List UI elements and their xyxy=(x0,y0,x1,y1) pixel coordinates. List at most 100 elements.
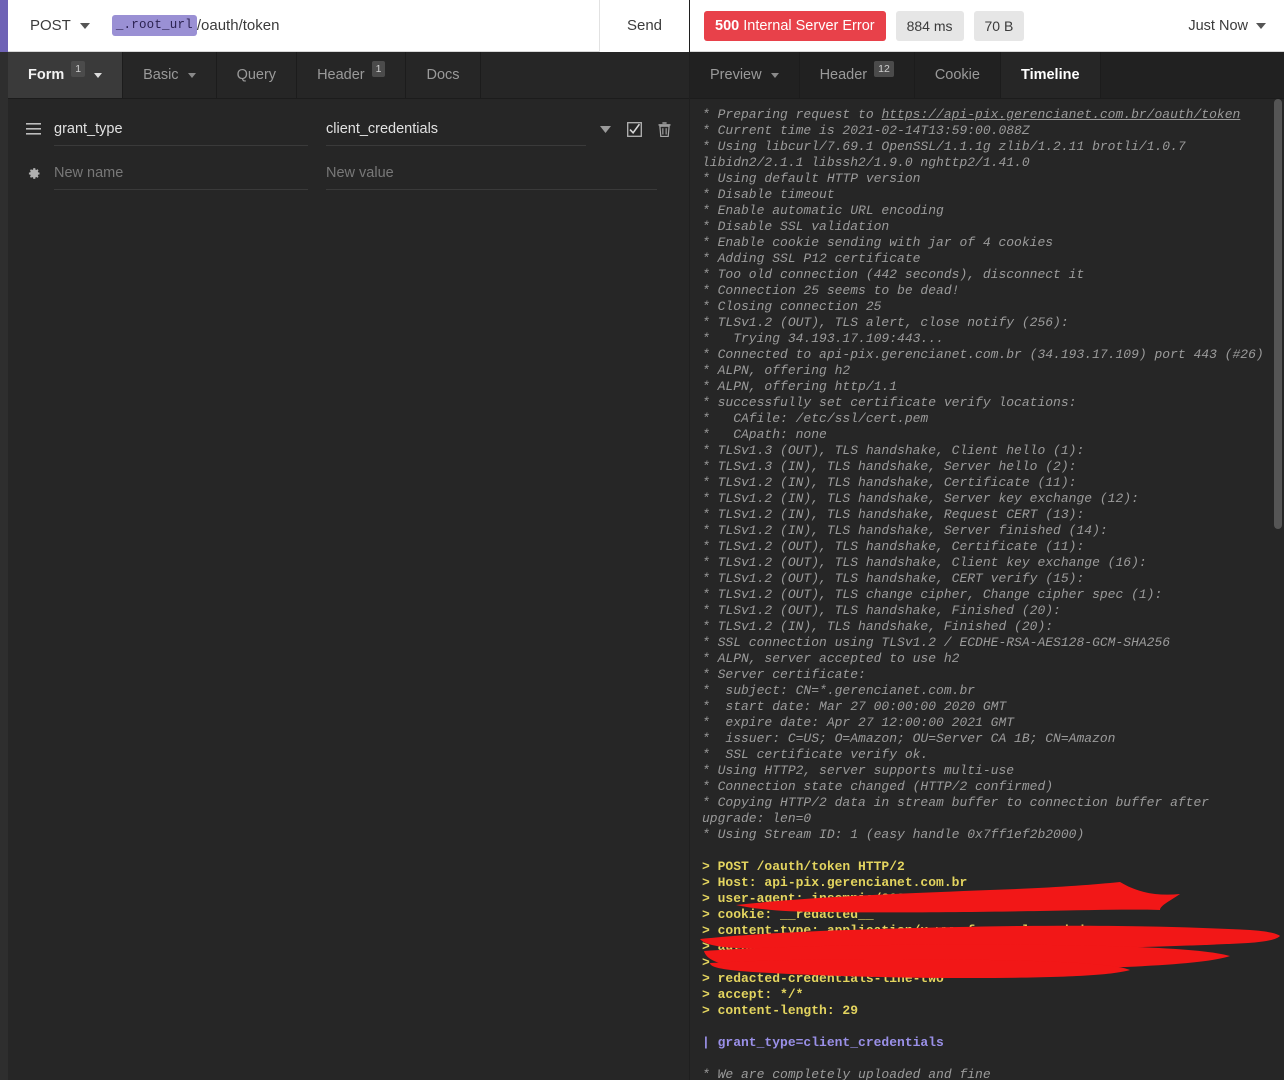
timeline-viewer[interactable]: * Preparing request to https://api-pix.g… xyxy=(690,99,1284,1080)
tab-docs-label: Docs xyxy=(426,67,460,83)
timeline-line: > POST /oauth/token HTTP/2 xyxy=(702,859,905,874)
form-key-input[interactable]: grant_type xyxy=(54,112,308,146)
timeline-line: * TLSv1.2 (IN), TLS handshake, Request C… xyxy=(702,507,1085,522)
timeline-line: * Copying HTTP/2 data in stream buffer t… xyxy=(702,795,1217,826)
tab-preview[interactable]: Preview xyxy=(690,52,800,98)
timeline-line: * Disable timeout xyxy=(702,187,835,202)
timeline-line: * Preparing request to https://api-pix.g… xyxy=(702,107,1241,122)
timeline-line: > accept: */* xyxy=(702,987,804,1002)
timeline-line: * Trying 34.193.17.109:443... xyxy=(702,331,944,346)
timeline-line: * Disable SSL validation xyxy=(702,219,890,234)
timeline-line: * TLSv1.2 (OUT), TLS handshake, Certific… xyxy=(702,539,1085,554)
timeline-line: * successfully set certificate verify lo… xyxy=(702,395,1077,410)
form-editor: grant_type client_credentials New name N… xyxy=(8,99,689,1080)
accent-bar xyxy=(0,0,8,52)
timeline-scrollbar-thumb[interactable] xyxy=(1274,99,1282,529)
method-selector[interactable]: POST xyxy=(30,17,90,34)
tab-query[interactable]: Query xyxy=(217,52,298,98)
timeline-line: * CAfile: /etc/ssl/cert.pem xyxy=(702,411,929,426)
timeline-line: * issuer: C=US; O=Amazon; OU=Server CA 1… xyxy=(702,731,1116,746)
enabled-checkbox[interactable] xyxy=(627,121,642,137)
timeline-blank-line xyxy=(702,1019,1264,1035)
tab-query-label: Query xyxy=(236,67,277,83)
left-rail xyxy=(0,0,8,1080)
timeline-line: * subject: CN=*.gerencianet.com.br xyxy=(702,683,976,698)
url-input[interactable]: _.root_url /oauth/token xyxy=(90,15,599,36)
timeline-log: * Preparing request to https://api-pix.g… xyxy=(702,107,1264,1080)
timeline-line: * Connection 25 seems to be dead! xyxy=(702,283,960,298)
tab-timeline-label: Timeline xyxy=(1020,67,1080,83)
response-size[interactable]: 70 B xyxy=(973,10,1025,41)
timeline-line: * start date: Mar 27 00:00:00 2020 GMT xyxy=(702,699,1007,714)
new-value-input[interactable]: New value xyxy=(326,156,657,190)
timeline-scrollbar[interactable] xyxy=(1274,99,1282,1080)
timeline-line: * Closing connection 25 xyxy=(702,299,882,314)
timeline-line: * TLSv1.2 (OUT), TLS handshake, CERT ver… xyxy=(702,571,1085,586)
status-code: 500 xyxy=(715,17,740,34)
timeline-line: * Enable cookie sending with jar of 4 co… xyxy=(702,235,1054,250)
tab-cookie[interactable]: Cookie xyxy=(914,52,1001,98)
form-row-actions xyxy=(586,121,671,137)
timeline-line: > content-type: application/x-www-form-u… xyxy=(702,923,1085,938)
sidebar-scroll-track[interactable] xyxy=(0,52,8,1080)
timeline-line: * expire date: Apr 27 12:00:00 2021 GMT xyxy=(702,715,1015,730)
delete-row-icon[interactable] xyxy=(658,121,671,137)
timeline-line: * ALPN, offering h2 xyxy=(702,363,851,378)
response-pane: 500 Internal Server Error 884 ms 70 B Ju… xyxy=(690,0,1284,1080)
tab-header-badge: 1 xyxy=(371,60,386,78)
tab-header[interactable]: Header 1 xyxy=(297,52,407,98)
response-time[interactable]: 884 ms xyxy=(895,10,964,41)
timeline-line: * ALPN, offering http/1.1 xyxy=(702,379,898,394)
timeline-line: > cookie: __redacted__ xyxy=(702,907,874,922)
timeline-blank-line xyxy=(702,1051,1264,1067)
timeline-line: * TLSv1.3 (OUT), TLS handshake, Client h… xyxy=(702,443,1085,458)
new-key-input[interactable]: New name xyxy=(54,156,308,190)
timeline-line: > redacted-credentials-line-two xyxy=(702,971,944,986)
timeline-line: > user-agent: insomnia/2020.5.2 xyxy=(702,891,944,906)
timeline-line: * TLSv1.2 (OUT), TLS handshake, Finished… xyxy=(702,603,1061,618)
form-row: New name New value xyxy=(8,151,689,195)
tab-response-header-badge: 12 xyxy=(874,60,894,78)
tab-form[interactable]: Form 1 xyxy=(8,52,124,98)
timeline-blank-line xyxy=(702,843,1264,859)
timeline-line: * Using Stream ID: 1 (easy handle 0x7ff1… xyxy=(702,827,1085,842)
tab-header-label: Header xyxy=(317,67,365,83)
timeline-link[interactable]: https://api-pix.gerencianet.com.br/oauth… xyxy=(881,107,1240,122)
timeline-line: > authorization: Basic xyxy=(702,939,874,954)
timeline-line: * TLSv1.2 (IN), TLS handshake, Finished … xyxy=(702,619,1054,634)
tab-response-header[interactable]: Header 12 xyxy=(799,52,915,98)
tab-timeline[interactable]: Timeline xyxy=(1000,52,1101,98)
timeline-line: * CApath: none xyxy=(702,427,827,442)
request-tab-bar: Form 1 Basic Query Header 1 Docs xyxy=(8,52,689,99)
timeline-line: * Server certificate: xyxy=(702,667,866,682)
status-badge[interactable]: 500 Internal Server Error xyxy=(704,10,886,41)
tab-preview-label: Preview xyxy=(710,67,762,83)
timeline-line: * Enable automatic URL encoding xyxy=(702,203,944,218)
chevron-down-icon xyxy=(1256,22,1266,29)
tab-basic-label: Basic xyxy=(143,67,179,83)
send-button[interactable]: Send xyxy=(599,0,689,52)
tab-basic[interactable]: Basic xyxy=(123,52,217,98)
response-status-bar: 500 Internal Server Error 884 ms 70 B Ju… xyxy=(690,0,1284,52)
form-value-input[interactable]: client_credentials xyxy=(326,112,586,146)
timeline-line: * TLSv1.2 (IN), TLS handshake, Server ke… xyxy=(702,491,1139,506)
timeline-line: * Using HTTP2, server supports multi-use xyxy=(702,763,1015,778)
timeline-line: * Too old connection (442 seconds), disc… xyxy=(702,267,1085,282)
url-bar: POST _.root_url /oauth/token Send xyxy=(8,0,689,52)
timeline-line: * TLSv1.2 (OUT), TLS alert, close notify… xyxy=(702,315,1069,330)
response-history-selector[interactable]: Just Now xyxy=(1188,18,1266,34)
timeline-line: * Using libcurl/7.69.1 OpenSSL/1.1.1g zl… xyxy=(702,139,1194,170)
status-text: Internal Server Error xyxy=(743,17,875,34)
drag-handle-icon[interactable] xyxy=(26,123,54,135)
settings-gear-icon[interactable] xyxy=(26,166,54,181)
timeline-line: * Using default HTTP version xyxy=(702,171,921,186)
template-tag[interactable]: _.root_url xyxy=(111,15,197,36)
chevron-down-icon xyxy=(94,72,103,78)
chevron-down-icon[interactable] xyxy=(600,125,611,133)
insomnia-window: POST _.root_url /oauth/token Send Form 1… xyxy=(0,0,1284,1080)
timeline-line: * TLSv1.3 (IN), TLS handshake, Server he… xyxy=(702,459,1077,474)
tab-docs[interactable]: Docs xyxy=(406,52,481,98)
timeline-line: * ALPN, server accepted to use h2 xyxy=(702,651,960,666)
timeline-line: * TLSv1.2 (OUT), TLS handshake, Client k… xyxy=(702,555,1147,570)
timeline-line: * Current time is 2021-02-14T13:59:00.08… xyxy=(702,123,1030,138)
